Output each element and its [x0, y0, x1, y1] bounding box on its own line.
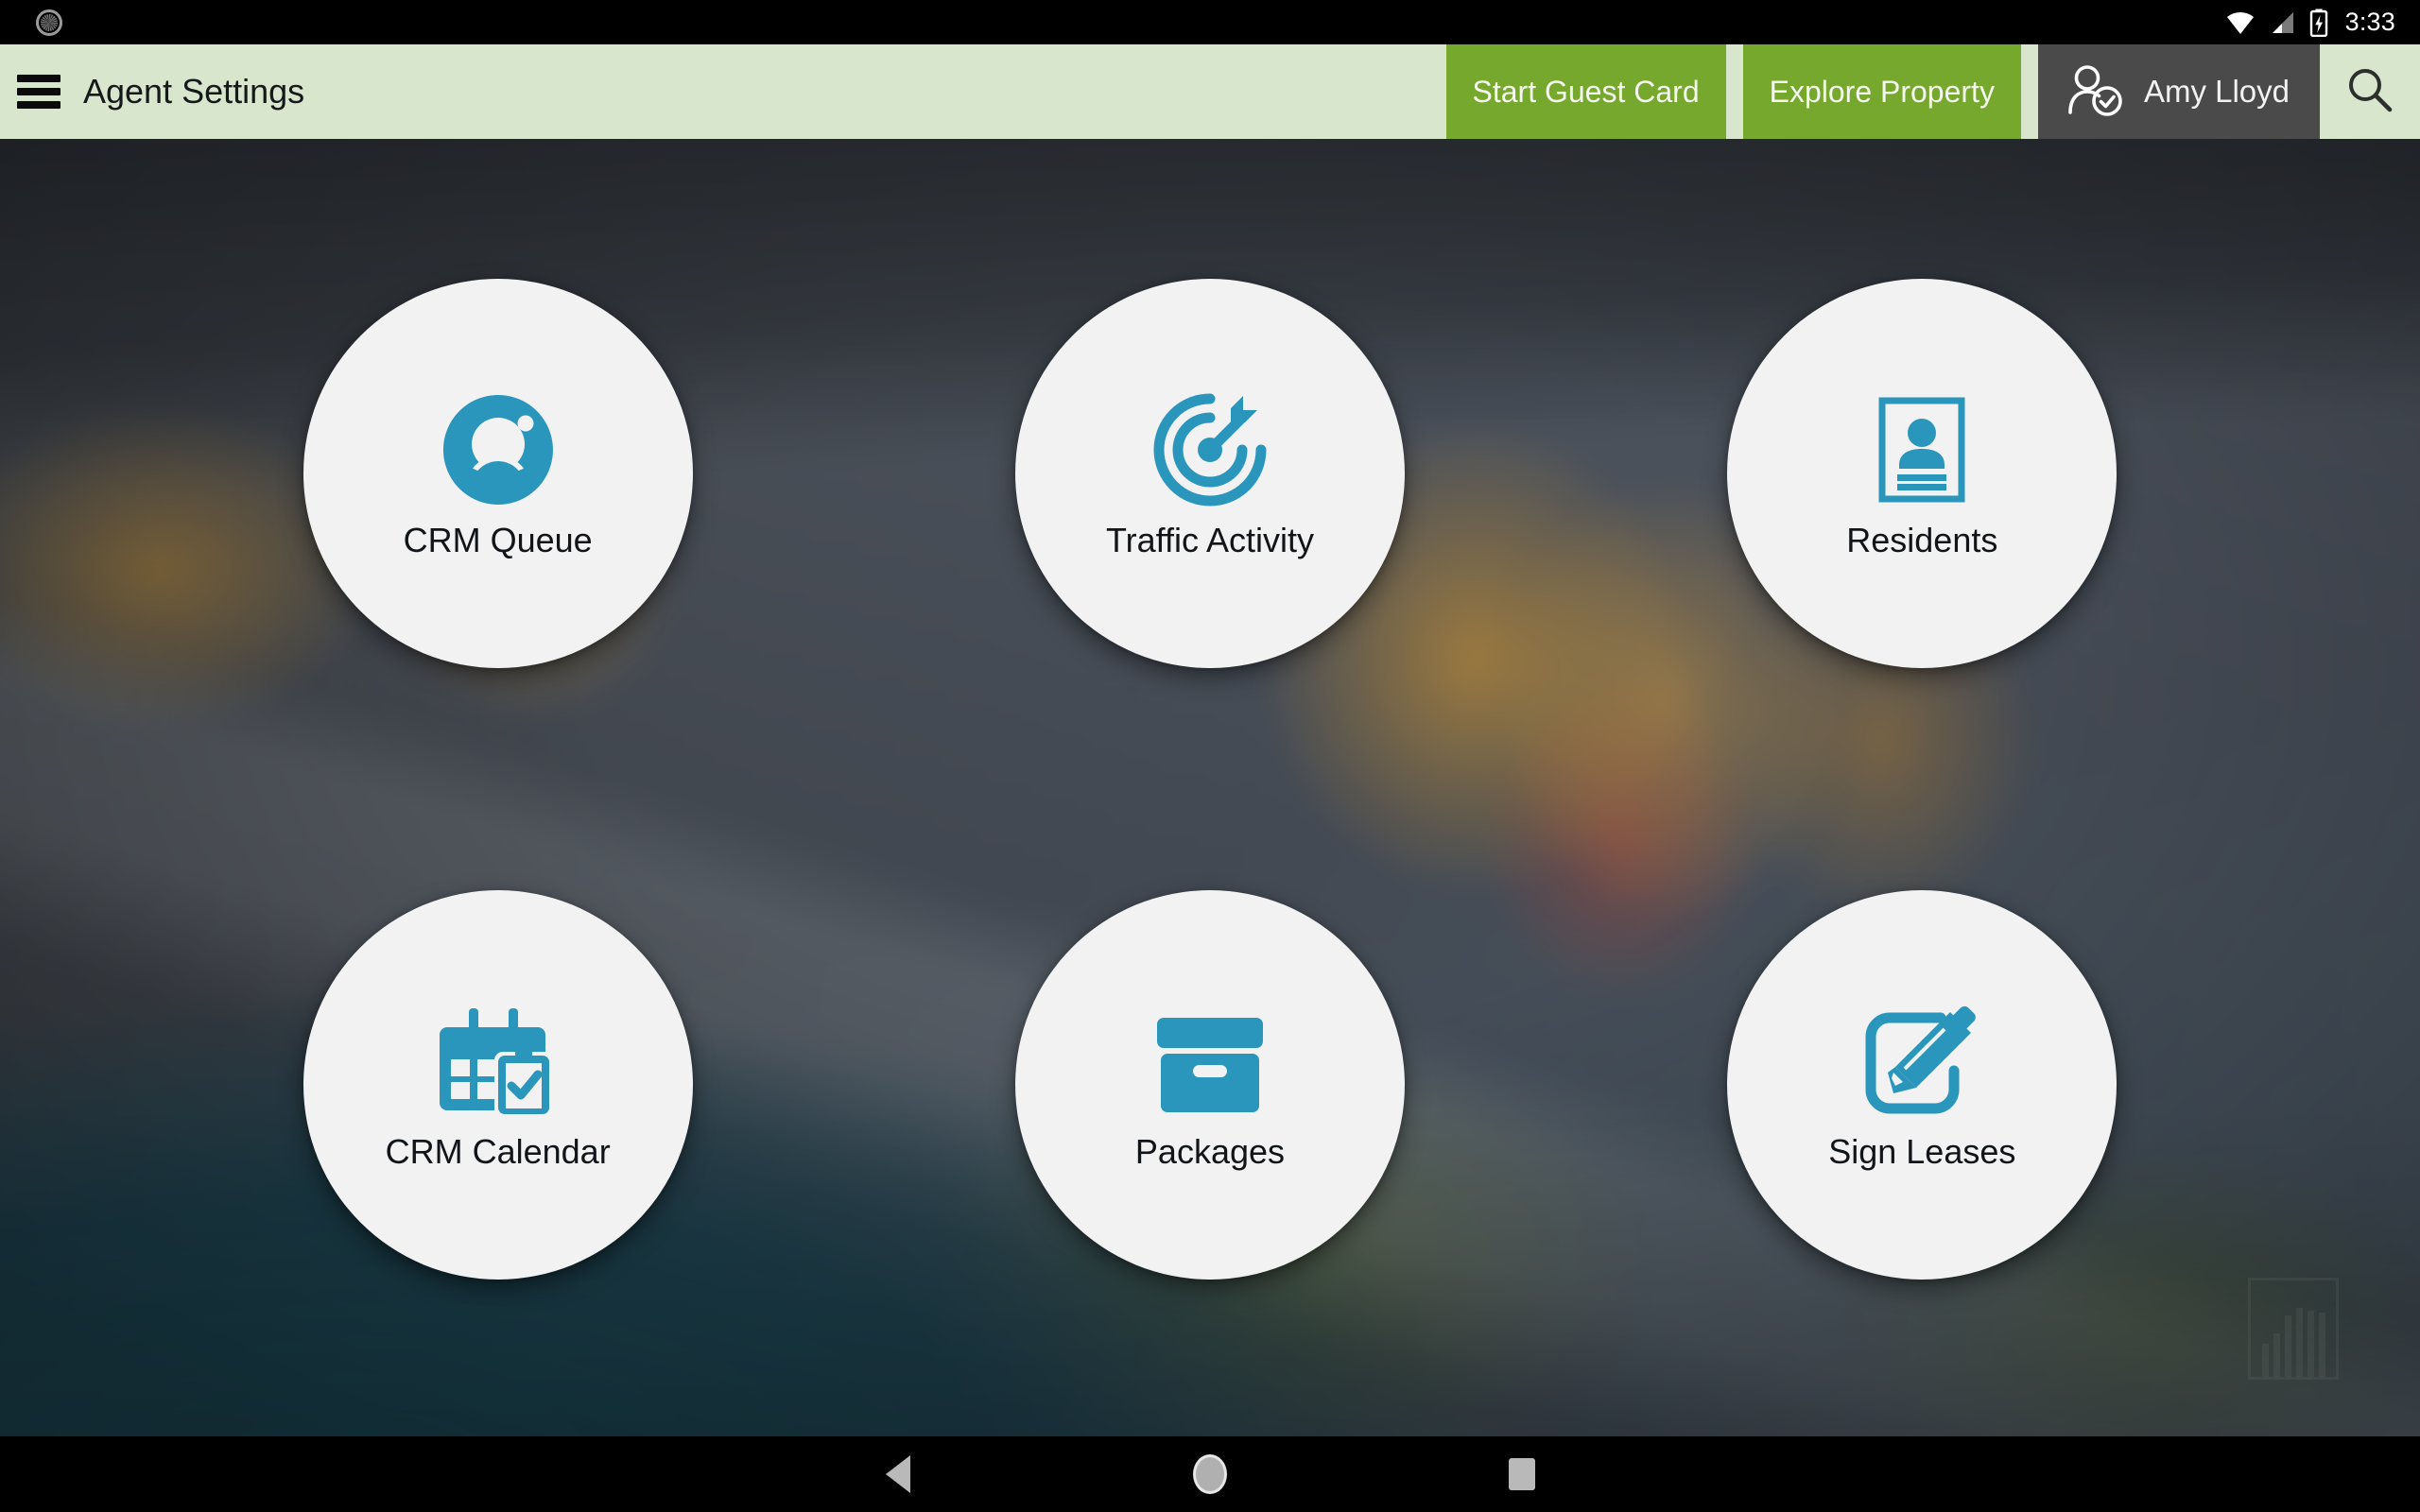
hamburger-menu-icon[interactable] [17, 75, 60, 109]
tile-label: Packages [1134, 1131, 1286, 1171]
page-title: Agent Settings [83, 72, 305, 111]
tile-traffic-activity[interactable]: Traffic Activity [1014, 279, 1405, 669]
battery-charging-icon [2309, 9, 2328, 37]
tile-residents[interactable]: Residents [1727, 279, 2118, 669]
recents-icon [1509, 1458, 1535, 1490]
tile-label: Sign Leases [1828, 1131, 2016, 1171]
home-icon [1193, 1454, 1227, 1494]
calendar-clipboard-icon [438, 1001, 559, 1122]
tile-label: CRM Queue [403, 521, 593, 560]
target-arrow-icon [1150, 389, 1270, 510]
id-card-icon [1861, 389, 1982, 510]
edit-pencil-icon [1861, 1001, 1982, 1122]
user-verified-icon [2066, 62, 2123, 122]
tile-packages[interactable]: Packages [1014, 889, 1405, 1280]
user-profile-button[interactable]: Amy Lloyd [2037, 44, 2320, 139]
cellular-signal-icon [2270, 11, 2294, 34]
status-bar: 3:33 [0, 0, 2420, 44]
status-bar-clock: 3:33 [2344, 8, 2395, 36]
action-bar: Agent Settings Start Guest Card Explore … [0, 44, 2420, 139]
status-bar-left [0, 9, 62, 36]
explore-property-button[interactable]: Explore Property [1742, 44, 2021, 139]
user-name-label: Amy Lloyd [2143, 74, 2290, 109]
recents-button[interactable] [1366, 1436, 1678, 1512]
home-button[interactable] [1054, 1436, 1366, 1512]
action-bar-divider [1725, 44, 1743, 139]
action-bar-left: Agent Settings [0, 44, 1446, 139]
app-root: 3:33 Agent Settings Start Guest Card Exp… [0, 0, 2420, 1512]
back-button[interactable] [742, 1436, 1054, 1512]
action-bar-divider-2 [2020, 44, 2038, 139]
crm-queue-icon [438, 389, 559, 510]
android-navigation-bar [0, 1436, 2420, 1512]
tile-label: CRM Calendar [385, 1131, 611, 1171]
wifi-icon [2226, 10, 2255, 35]
tile-grid: CRM Queue Traffic Activity Residents CRM… [0, 139, 2420, 1512]
back-icon [886, 1455, 910, 1493]
start-guest-card-button[interactable]: Start Guest Card [1445, 44, 1726, 139]
tile-crm-calendar[interactable]: CRM Calendar [302, 889, 693, 1280]
package-box-icon [1150, 1001, 1270, 1122]
sync-indicator-icon [36, 9, 62, 36]
tile-sign-leases[interactable]: Sign Leases [1727, 889, 2118, 1280]
search-icon [2345, 65, 2394, 119]
tile-label: Traffic Activity [1105, 521, 1314, 560]
search-button[interactable] [2320, 44, 2420, 139]
tile-label: Residents [1846, 521, 1998, 560]
home-content: CRM Queue Traffic Activity Residents CRM… [0, 139, 2420, 1512]
status-bar-right: 3:33 [2226, 0, 2420, 44]
tile-crm-queue[interactable]: CRM Queue [302, 279, 693, 669]
